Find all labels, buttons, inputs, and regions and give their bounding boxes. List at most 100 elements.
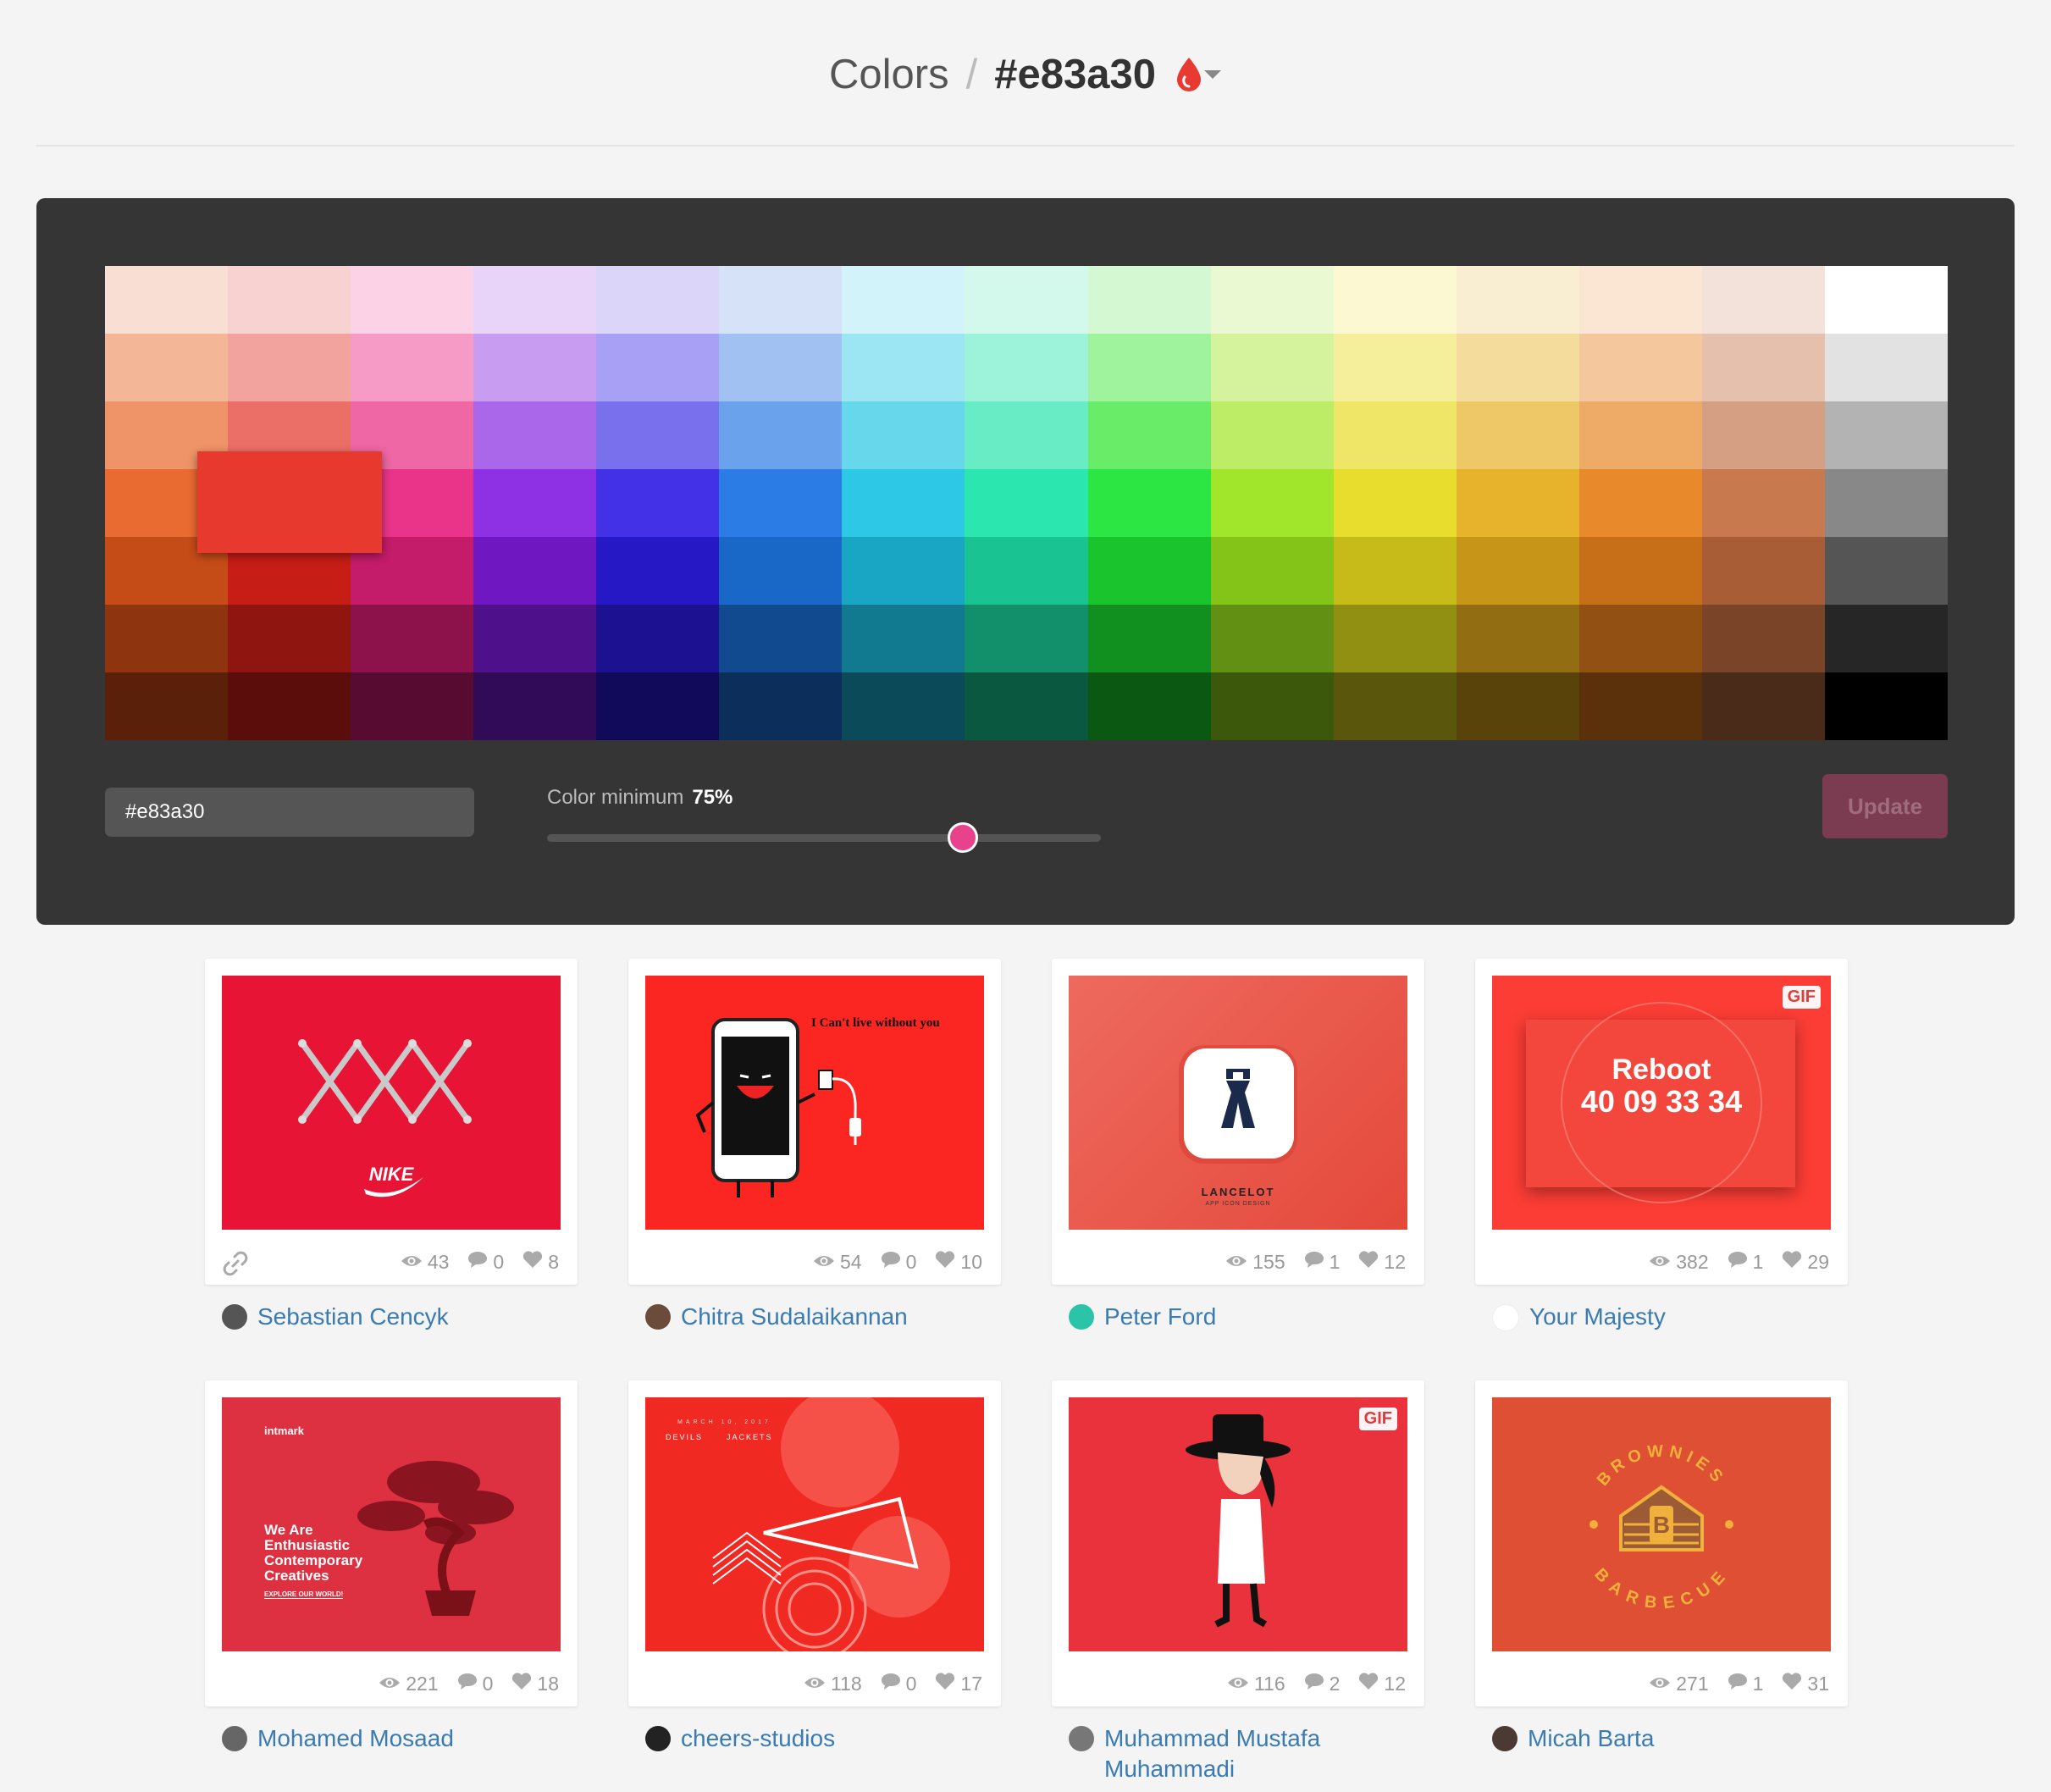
color-swatch[interactable] xyxy=(1087,469,1211,537)
breadcrumb-colors[interactable]: Colors xyxy=(829,51,949,98)
color-swatch[interactable] xyxy=(1087,266,1211,334)
color-swatch[interactable] xyxy=(1578,672,1702,740)
shot-thumbnail[interactable]: LANCELOT APP ICON DESIGN xyxy=(1069,976,1407,1230)
author-name[interactable]: Muhammad Mustafa Muhammadi xyxy=(1104,1723,1374,1784)
avatar[interactable] xyxy=(222,1304,247,1330)
color-swatch[interactable] xyxy=(1087,537,1211,605)
color-swatch[interactable] xyxy=(1087,605,1211,672)
color-swatch[interactable] xyxy=(1578,605,1702,672)
shot-thumbnail[interactable]: MARCH 10, 2017 DEVILS JACKETS xyxy=(645,1397,984,1651)
color-swatch[interactable] xyxy=(473,401,597,469)
avatar[interactable] xyxy=(1069,1304,1094,1330)
color-swatch[interactable] xyxy=(1456,401,1579,469)
shot-author[interactable]: Micah Barta xyxy=(1492,1723,1654,1754)
color-swatch[interactable] xyxy=(1578,537,1702,605)
color-swatch[interactable] xyxy=(842,266,965,334)
color-swatch[interactable] xyxy=(842,469,965,537)
color-swatch[interactable] xyxy=(1333,537,1457,605)
selected-color-swatch[interactable] xyxy=(197,451,382,553)
color-swatch[interactable] xyxy=(105,266,229,334)
heart-icon[interactable] xyxy=(935,1672,955,1695)
avatar[interactable] xyxy=(645,1304,671,1330)
color-swatch[interactable] xyxy=(1087,672,1211,740)
color-swatch[interactable] xyxy=(1210,537,1334,605)
shot-card[interactable]: LANCELOT APP ICON DESIGN 155 1 12 xyxy=(1052,959,1424,1285)
shot-card[interactable]: NIKE 43 0 8 xyxy=(205,959,578,1285)
avatar[interactable] xyxy=(1492,1304,1519,1331)
color-swatch[interactable] xyxy=(1824,537,1948,605)
color-swatch[interactable] xyxy=(965,537,1088,605)
color-swatch[interactable] xyxy=(228,266,351,334)
shot-author[interactable]: Muhammad Mustafa Muhammadi xyxy=(1069,1723,1374,1784)
color-minimum-slider-thumb[interactable] xyxy=(947,822,978,853)
color-swatch[interactable] xyxy=(1210,334,1334,401)
color-swatch[interactable] xyxy=(1333,401,1457,469)
color-swatch[interactable] xyxy=(596,401,720,469)
heart-icon[interactable] xyxy=(935,1250,955,1274)
color-swatch[interactable] xyxy=(842,605,965,672)
color-swatch[interactable] xyxy=(596,537,720,605)
color-swatch[interactable] xyxy=(1701,401,1825,469)
author-name[interactable]: Sebastian Cencyk xyxy=(257,1302,449,1332)
color-swatch[interactable] xyxy=(1333,266,1457,334)
color-swatch[interactable] xyxy=(105,672,229,740)
shot-card[interactable]: Reboot 40 09 33 34 GIF 382 1 29 xyxy=(1475,959,1848,1285)
shot-card[interactable]: intmark We Are Enthusiastic Contemporary… xyxy=(205,1380,578,1706)
color-swatch[interactable] xyxy=(105,605,229,672)
color-swatch[interactable] xyxy=(1456,469,1579,537)
color-swatch[interactable] xyxy=(1824,334,1948,401)
color-swatch[interactable] xyxy=(228,672,351,740)
color-swatch[interactable] xyxy=(1333,672,1457,740)
color-swatch[interactable] xyxy=(596,334,720,401)
color-swatch[interactable] xyxy=(1210,469,1334,537)
color-swatch[interactable] xyxy=(351,672,474,740)
color-swatch[interactable] xyxy=(1578,401,1702,469)
color-swatch[interactable] xyxy=(1701,334,1825,401)
shot-author[interactable]: cheers-studios xyxy=(645,1723,835,1754)
hex-input[interactable] xyxy=(105,788,474,837)
shot-thumbnail[interactable]: I Can't live without you xyxy=(645,976,984,1230)
color-swatch[interactable] xyxy=(351,605,474,672)
shot-author[interactable]: Sebastian Cencyk xyxy=(222,1302,449,1332)
shot-thumbnail[interactable]: BROWNIES BARBECUE B xyxy=(1492,1397,1831,1651)
shot-card[interactable]: BROWNIES BARBECUE B 271 1 31 xyxy=(1475,1380,1848,1706)
color-swatch[interactable] xyxy=(842,537,965,605)
color-swatch[interactable] xyxy=(1824,672,1948,740)
color-swatch[interactable] xyxy=(1824,469,1948,537)
color-swatch[interactable] xyxy=(842,401,965,469)
color-swatch[interactable] xyxy=(473,469,597,537)
color-swatch[interactable] xyxy=(1456,266,1579,334)
avatar[interactable] xyxy=(1492,1726,1518,1751)
color-swatch[interactable] xyxy=(1824,401,1948,469)
color-swatch[interactable] xyxy=(1578,266,1702,334)
color-swatch[interactable] xyxy=(1701,537,1825,605)
color-swatch[interactable] xyxy=(596,605,720,672)
color-swatch[interactable] xyxy=(719,401,843,469)
color-swatch[interactable] xyxy=(473,605,597,672)
color-swatch[interactable] xyxy=(1456,605,1579,672)
color-swatch[interactable] xyxy=(719,469,843,537)
color-swatch[interactable] xyxy=(1333,469,1457,537)
color-swatch[interactable] xyxy=(351,266,474,334)
color-swatch[interactable] xyxy=(1701,469,1825,537)
color-swatch[interactable] xyxy=(105,334,229,401)
color-swatch[interactable] xyxy=(1701,266,1825,334)
shot-thumbnail[interactable]: intmark We Are Enthusiastic Contemporary… xyxy=(222,1397,561,1651)
color-swatch[interactable] xyxy=(1456,334,1579,401)
color-swatch[interactable] xyxy=(965,334,1088,401)
link-icon[interactable] xyxy=(222,1250,249,1277)
color-swatch[interactable] xyxy=(1210,266,1334,334)
heart-icon[interactable] xyxy=(511,1672,532,1695)
color-swatch[interactable] xyxy=(1824,605,1948,672)
color-swatch[interactable] xyxy=(596,469,720,537)
color-swatch[interactable] xyxy=(228,605,351,672)
author-name[interactable]: Your Majesty xyxy=(1529,1302,1666,1332)
author-name[interactable]: Mohamed Mosaad xyxy=(257,1723,454,1754)
color-swatch[interactable] xyxy=(719,266,843,334)
color-swatch[interactable] xyxy=(1456,537,1579,605)
author-name[interactable]: Micah Barta xyxy=(1528,1723,1654,1754)
color-swatch[interactable] xyxy=(596,672,720,740)
color-swatch[interactable] xyxy=(1578,334,1702,401)
color-swatch[interactable] xyxy=(1701,605,1825,672)
color-swatch[interactable] xyxy=(842,334,965,401)
